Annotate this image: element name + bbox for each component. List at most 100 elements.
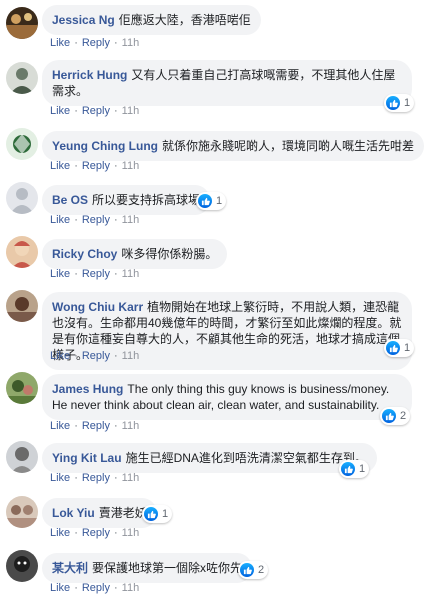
comment: Ricky Choy 咪多得你係粉腸。 Like · Reply · 11h [0,234,440,288]
reaction-number: 2 [258,564,265,576]
separator: · [74,160,78,172]
like-button[interactable]: Like [50,527,70,539]
comment-author[interactable]: Herrick Hung [52,68,127,82]
comment-bubble: 某大利 要保護地球第一個除x咗你先 [42,553,253,583]
comment-text: 賣港老妖 [98,506,147,520]
comment-timestamp[interactable]: 11h [122,105,140,117]
reply-button[interactable]: Reply [82,105,110,117]
separator: · [113,420,118,432]
comment-author[interactable]: Be OS [52,193,88,207]
separator: · [74,472,78,484]
comment-author[interactable]: Yeung Ching Lung [52,139,158,153]
like-button[interactable]: Like [50,105,70,117]
reaction-count[interactable]: 1 [339,460,370,478]
comment-author[interactable]: James Hung [52,382,123,396]
reaction-number: 1 [404,97,411,109]
reply-button[interactable]: Reply [82,160,110,172]
avatar[interactable] [6,128,38,160]
avatar-photo-icon [6,62,38,94]
reply-button[interactable]: Reply [82,350,110,362]
avatar[interactable] [6,372,38,404]
comment-author[interactable]: 某大利 [52,561,88,575]
comment-timestamp[interactable]: 11h [122,472,140,484]
reply-button[interactable]: Reply [82,268,110,280]
default-avatar-icon [6,182,38,214]
like-button[interactable]: Like [50,37,70,49]
separator: · [74,582,78,594]
comment: Herrick Hung 又有人只着重自己打高球嘅需要，不理其他人住屋需求。 1 … [0,54,440,126]
avatar[interactable] [6,290,38,322]
reply-button[interactable]: Reply [82,472,110,484]
reply-button[interactable]: Reply [82,214,110,226]
reaction-count[interactable]: 1 [384,94,415,112]
comment-text: 咪多得你係粉腸。 [121,247,218,261]
comment-text: 要保護地球第一個除x咗你先 [92,561,243,575]
comment-bubble: Ying Kit Lau 施生已經DNA進化到唔洗清潔空氣都生存到。 [42,443,377,473]
thumbs-up-icon [386,96,400,110]
separator: · [113,214,118,226]
reply-button[interactable]: Reply [82,527,110,539]
comment-bubble: James Hung The only thing this guy knows … [42,374,412,420]
like-button[interactable]: Like [50,160,70,172]
reaction-number: 1 [162,508,169,520]
separator: · [74,420,78,432]
reply-button[interactable]: Reply [82,420,110,432]
comment: Lok Yiu 賣港老妖 1 Like · Reply · 11h [0,493,440,548]
comment-timestamp[interactable]: 11h [122,420,140,432]
avatar[interactable] [6,182,38,214]
comment-text: 所以要支持拆高球場 [92,193,201,207]
separator: · [74,37,78,49]
like-button[interactable]: Like [50,214,70,226]
comment-author[interactable]: Wong Chiu Karr [52,300,143,314]
thumbs-up-icon [382,409,396,423]
like-button[interactable]: Like [50,420,70,432]
avatar-photo-icon [6,372,38,404]
avatar[interactable] [6,550,38,582]
comment: James Hung The only thing this guy knows … [0,368,440,438]
reaction-count[interactable]: 2 [380,407,411,425]
thumbs-up-icon [144,507,158,521]
separator: · [113,37,118,49]
separator: · [113,527,118,539]
like-button[interactable]: Like [50,582,70,594]
comment: Wong Chiu Karr 植物開始在地球上繁衍時，不用說人類，連恐龍也沒有。生… [0,288,440,370]
comment-author[interactable]: Ricky Choy [52,247,117,261]
reaction-count[interactable]: 2 [238,561,269,579]
comment-timestamp[interactable]: 11h [122,350,140,362]
comment-timestamp[interactable]: 11h [122,268,140,280]
avatar[interactable] [6,441,38,473]
avatar-photo-icon [6,441,38,473]
separator: · [113,350,118,362]
comment: Ying Kit Lau 施生已經DNA進化到唔洗清潔空氣都生存到。 1 Like… [0,438,440,493]
reaction-count[interactable]: 1 [384,339,415,357]
like-button[interactable]: Like [50,350,70,362]
avatar-photo-icon [6,550,38,582]
separator: · [113,160,118,172]
comment-timestamp[interactable]: 11h [122,582,140,594]
reaction-count[interactable]: 1 [196,192,227,210]
comment-actions: Like · Reply · 11h [50,213,139,227]
comment-author[interactable]: Ying Kit Lau [52,451,122,465]
comment-timestamp[interactable]: 11h [122,160,140,172]
comment-author[interactable]: Jessica Ng [52,13,115,27]
comment-actions: Like · Reply · 11h [50,36,139,50]
comment-timestamp[interactable]: 11h [122,37,140,49]
avatar-photo-icon [6,128,38,160]
like-button[interactable]: Like [50,268,70,280]
reply-button[interactable]: Reply [82,582,110,594]
like-button[interactable]: Like [50,472,70,484]
comment-timestamp[interactable]: 11h [122,527,140,539]
comment-author[interactable]: Lok Yiu [52,506,95,520]
avatar[interactable] [6,496,38,528]
comment-timestamp[interactable]: 11h [122,214,140,226]
comment-text: 就係你施永賤呢啲人，環境同啲人嘅生活先咁差 [161,139,414,153]
reaction-count[interactable]: 1 [142,505,173,523]
reply-button[interactable]: Reply [82,37,110,49]
separator: · [74,268,78,280]
separator: · [74,527,78,539]
avatar[interactable] [6,236,38,268]
avatar[interactable] [6,7,38,39]
comment: Jessica Ng 佢應返大陸，香港唔啱佢 Like · Reply · 11h [0,0,440,54]
avatar[interactable] [6,62,38,94]
comment-actions: Like · Reply · 11h [50,471,139,485]
